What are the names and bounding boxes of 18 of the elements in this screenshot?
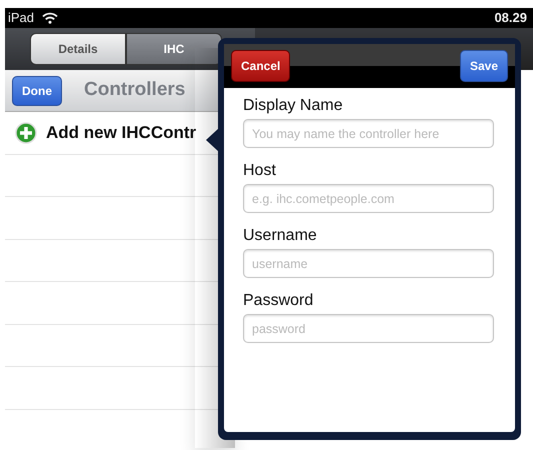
input-field[interactable]: username — [243, 249, 494, 278]
row-label: Add new IHCContr — [46, 122, 196, 144]
segment-tab[interactable]: Details — [30, 33, 126, 65]
input-field[interactable]: e.g. ihc.cometpeople.com — [243, 184, 494, 213]
segment-tab[interactable]: IHC — [126, 33, 222, 65]
device-name: iPad — [8, 9, 34, 28]
wifi-icon — [42, 12, 58, 24]
field-label: Password — [243, 291, 314, 311]
add-icon[interactable] — [15, 122, 37, 144]
field-label: Username — [243, 226, 318, 246]
input-field[interactable]: You may name the controller here — [243, 119, 494, 148]
done-button[interactable]: Done — [12, 76, 62, 106]
clock-time: 08.29 — [494, 9, 527, 28]
input-field[interactable]: password — [243, 314, 494, 343]
navigation-title: Controllers — [84, 78, 186, 102]
save-button[interactable]: Save — [460, 50, 508, 82]
field-label: Host — [243, 161, 277, 181]
cancel-button[interactable]: Cancel — [231, 50, 290, 82]
